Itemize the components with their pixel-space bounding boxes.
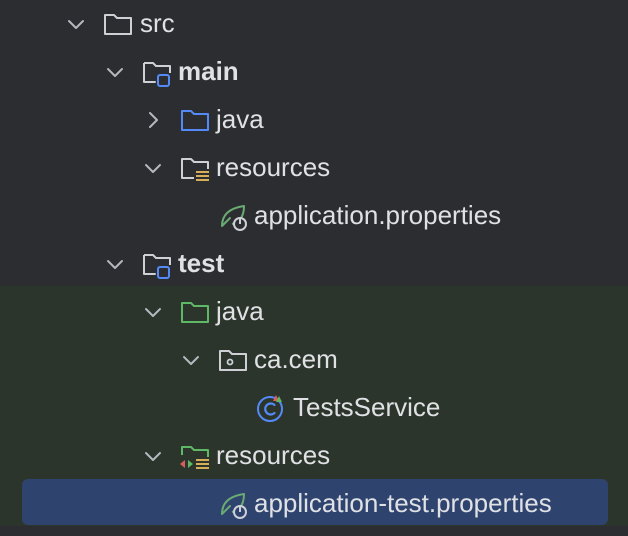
- folder-icon: [104, 14, 132, 35]
- tree-item-test-resources[interactable]: resources: [0, 432, 628, 480]
- test-source-folder-icon: [181, 302, 209, 323]
- chevron-down-icon[interactable]: [141, 300, 165, 324]
- chevron-right-icon[interactable]: [141, 108, 165, 132]
- test-resources-folder-icon: [180, 446, 209, 469]
- tree-item-tests-service[interactable]: TestsService: [0, 384, 628, 432]
- tree-item-label: application-test.properties: [254, 488, 552, 518]
- class-icon: [257, 395, 283, 422]
- chevron-down-icon[interactable]: [141, 156, 165, 180]
- tree-item-label: resources: [216, 152, 331, 182]
- spring-properties-icon: [221, 493, 247, 519]
- project-tree: src main java resources application.prop…: [0, 0, 628, 536]
- tree-item-label: TestsService: [293, 392, 441, 422]
- spring-properties-icon: [221, 205, 247, 231]
- chevron-down-icon[interactable]: [103, 60, 127, 84]
- resources-folder-icon: [181, 158, 209, 181]
- tree-item-application-test-properties[interactable]: application-test.properties: [0, 480, 628, 528]
- package-icon: [219, 350, 247, 371]
- tree-item-application-properties[interactable]: application.properties: [0, 192, 628, 240]
- tree-item-main-resources[interactable]: resources: [0, 144, 628, 192]
- source-folder-icon: [181, 110, 209, 131]
- chevron-down-icon[interactable]: [64, 12, 88, 36]
- tree-item-test[interactable]: test: [0, 240, 628, 288]
- chevron-down-icon[interactable]: [179, 348, 203, 372]
- tree-item-test-java[interactable]: java: [0, 288, 628, 336]
- tree-item-main-java[interactable]: java: [0, 96, 628, 144]
- tree-item-main[interactable]: main: [0, 48, 628, 96]
- tree-item-label: java: [216, 296, 264, 326]
- tree-item-label: resources: [216, 440, 331, 470]
- tree-item-package-ca-cem[interactable]: ca.cem: [0, 336, 628, 384]
- chevron-down-icon[interactable]: [141, 444, 165, 468]
- chevron-down-icon[interactable]: [103, 252, 127, 276]
- tree-item-label: ca.cem: [254, 344, 338, 374]
- tree-item-label: application.properties: [254, 200, 502, 230]
- tree-item-label: main: [178, 56, 239, 86]
- tree-item-label: test: [178, 248, 225, 278]
- module-folder-icon: [143, 62, 171, 87]
- tree-item-label: java: [216, 104, 264, 134]
- tree-item-label: src: [140, 8, 175, 38]
- module-folder-icon: [143, 254, 171, 279]
- tree-item-src[interactable]: src: [0, 0, 628, 48]
